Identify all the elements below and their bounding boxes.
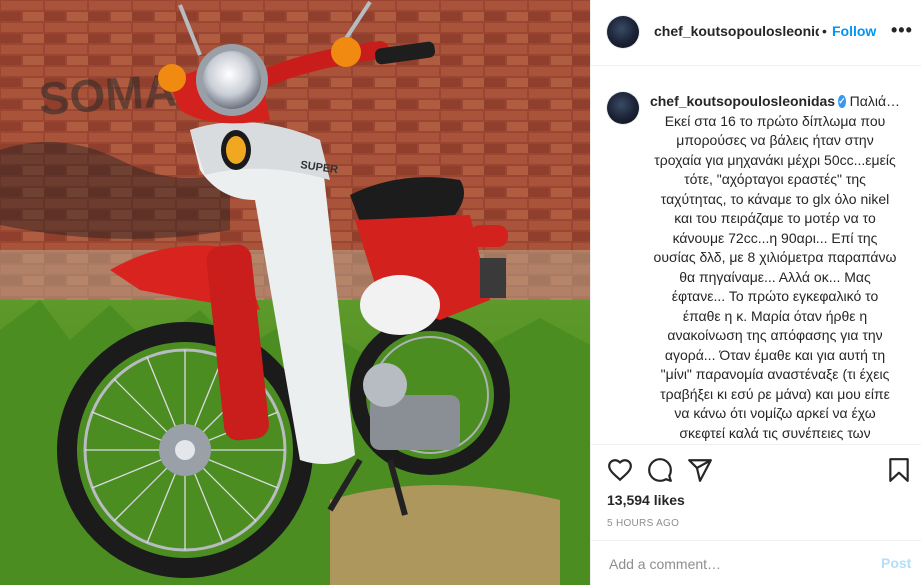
post-image[interactable]: SOMA SUPER xyxy=(0,0,590,585)
verified-badge-icon: ✓ xyxy=(838,95,846,109)
caption-first-word: Παλιά… xyxy=(849,93,901,109)
motorcycle-photo: SOMA SUPER xyxy=(0,0,590,585)
caption-text: chef_koutsopoulosleonidas ✓ Παλιά… Εκεί … xyxy=(650,92,901,444)
header-separator: • xyxy=(822,23,827,39)
post-side-panel: chef_koutsopoulosleonidas • Follow ••• c… xyxy=(590,0,921,585)
post-timestamp[interactable]: 5 HOURS AGO xyxy=(607,518,679,529)
heart-icon[interactable] xyxy=(607,457,633,483)
action-bar: 13,594 likes 5 HOURS AGO xyxy=(591,444,921,540)
follow-button[interactable]: Follow xyxy=(832,23,876,39)
comment-input[interactable] xyxy=(607,553,861,575)
caption-body: Εκεί στα 16 το πρώτο δίπλωμα που μπορούσ… xyxy=(653,112,897,441)
header-username[interactable]: chef_koutsopoulosleonidas xyxy=(654,23,819,39)
likes-count[interactable]: 13,594 likes xyxy=(607,492,685,508)
wall-graffiti-text: SOMA xyxy=(37,63,178,124)
post-comment-button[interactable]: Post xyxy=(881,555,911,571)
share-icon[interactable] xyxy=(687,457,713,483)
more-options-icon[interactable]: ••• xyxy=(891,20,913,41)
comment-bar: Post xyxy=(591,540,921,585)
caption-first-line: chef_koutsopoulosleonidas ✓ Παλιά… xyxy=(650,92,901,112)
post-header: chef_koutsopoulosleonidas • Follow ••• xyxy=(591,0,921,66)
caption-section: chef_koutsopoulosleonidas ✓ Παλιά… Εκεί … xyxy=(591,66,921,444)
bookmark-icon[interactable] xyxy=(886,457,912,483)
comment-icon[interactable] xyxy=(647,457,673,483)
caption-avatar[interactable] xyxy=(607,92,639,124)
caption-username[interactable]: chef_koutsopoulosleonidas xyxy=(650,92,835,112)
avatar[interactable] xyxy=(607,16,639,48)
